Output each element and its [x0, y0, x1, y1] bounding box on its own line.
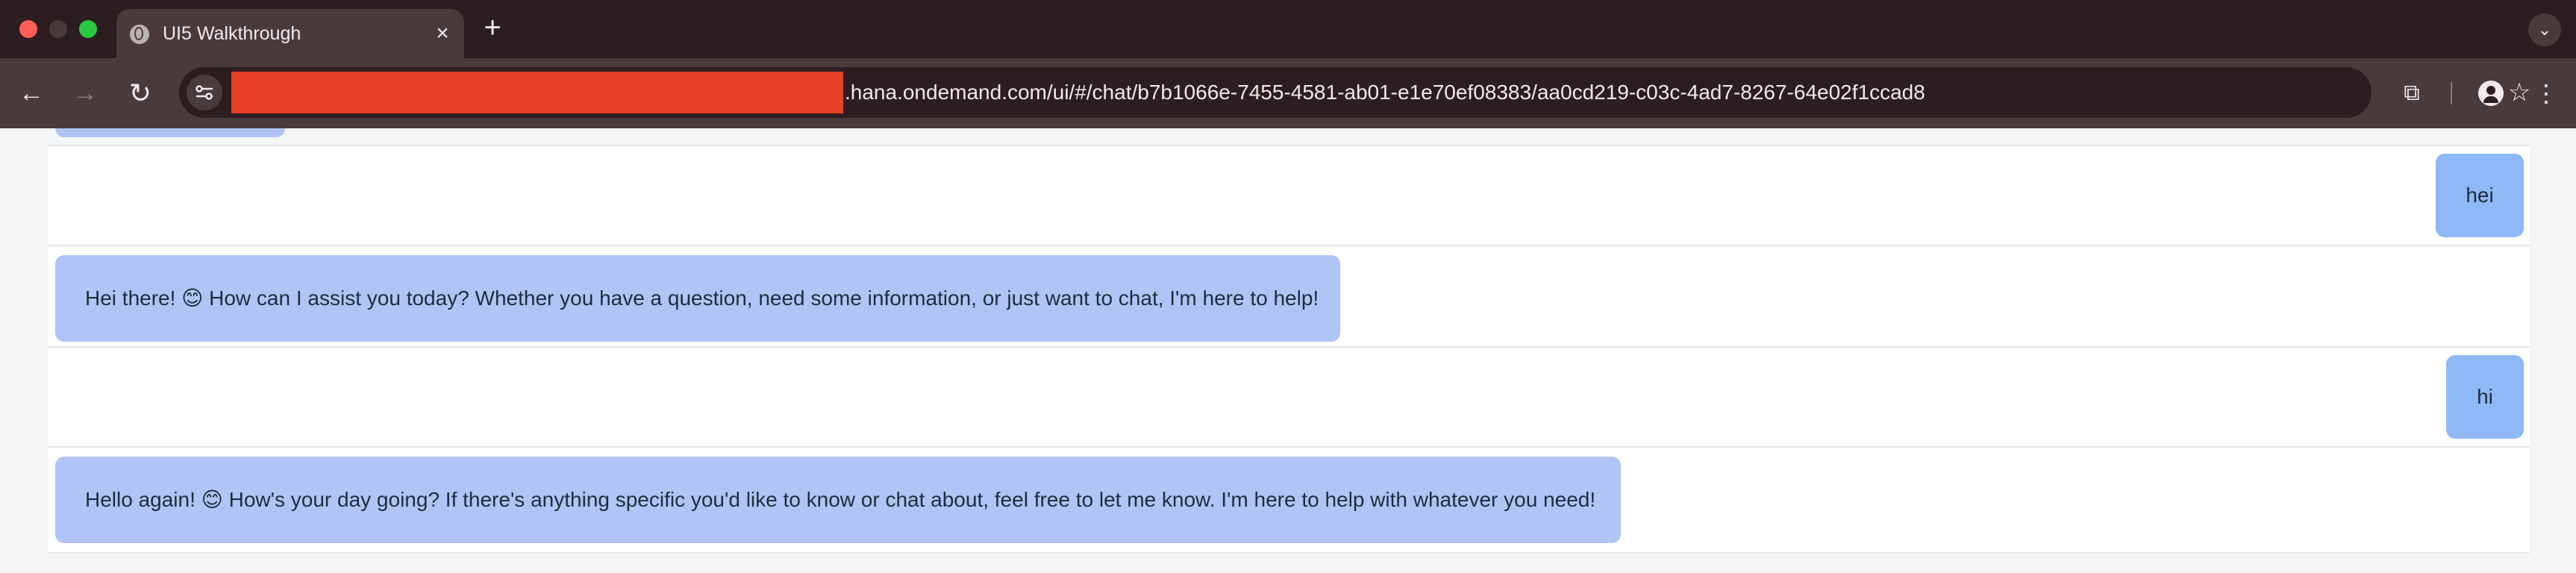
back-button[interactable]: ←: [15, 77, 48, 110]
forward-button[interactable]: →: [69, 77, 101, 110]
profile-avatar-icon[interactable]: [2475, 77, 2507, 110]
assistant-message-bubble: Hei there! 😊 How can I assist you today?…: [55, 255, 1340, 342]
tab-close-icon[interactable]: ×: [431, 22, 454, 45]
chat-row-assistant: Hei there! 😊 How can I assist you today?…: [48, 245, 2530, 346]
address-bar[interactable]: .hana.ondemand.com/ui/#/chat/b7b1066e-74…: [179, 67, 2530, 118]
chat-row-assistant: Hello again! 😊 How's your day going? If …: [48, 446, 2530, 554]
tab-title: UI5 Walkthrough: [163, 23, 301, 44]
window-close-button[interactable]: [19, 20, 37, 38]
extensions-puzzle-icon[interactable]: ⧉: [2395, 77, 2428, 110]
previous-message-bubble: [55, 128, 285, 137]
tab-search-button[interactable]: ⌄: [2528, 13, 2561, 46]
page-content: hei Hei there! 😊 How can I assist you to…: [0, 128, 2576, 573]
toolbar-divider: [2451, 82, 2452, 104]
reload-button[interactable]: ↻: [124, 77, 157, 110]
window-minimize-button[interactable]: [49, 20, 67, 38]
user-message-bubble: hei: [2436, 154, 2524, 237]
site-info-icon[interactable]: [187, 75, 222, 110]
browser-toolbar: ← → ↻ .hana.ondemand.com/ui/#/chat/b7b10…: [0, 58, 2576, 128]
url-text[interactable]: .hana.ondemand.com/ui/#/chat/b7b1066e-74…: [845, 67, 1925, 118]
url-redaction: [231, 72, 843, 113]
chat-row-user: hei: [48, 145, 2530, 245]
browser-tabstrip: UI5 Walkthrough × + ⌄: [0, 0, 2576, 58]
new-tab-button[interactable]: +: [478, 13, 507, 44]
user-message-bubble: hi: [2446, 355, 2524, 439]
assistant-message-bubble: Hello again! 😊 How's your day going? If …: [55, 457, 1621, 543]
chat-message-list[interactable]: hei Hei there! 😊 How can I assist you to…: [48, 128, 2530, 554]
chat-row-user: hi: [48, 346, 2530, 446]
globe-icon: [130, 25, 149, 44]
browser-menu-icon[interactable]: ⋮: [2530, 77, 2563, 110]
window-maximize-button[interactable]: [79, 20, 97, 38]
tab-ui5-walkthrough[interactable]: UI5 Walkthrough ×: [116, 9, 464, 58]
